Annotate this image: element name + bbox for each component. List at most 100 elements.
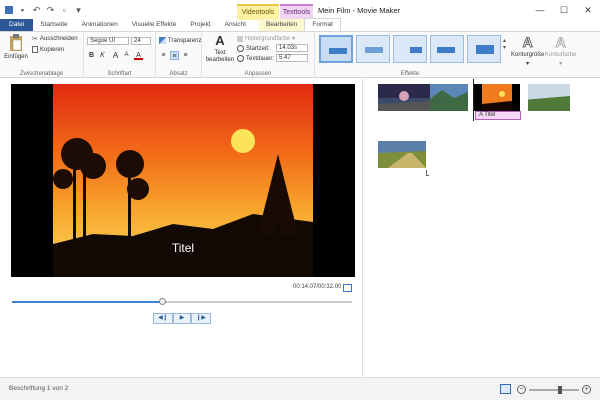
clipboard-group-label: Zwischenablage: [19, 71, 64, 77]
player-controls: ◀❙ ▶ ❙▶: [153, 313, 211, 324]
tab-view[interactable]: Ansicht: [218, 19, 253, 31]
customize-qat-icon[interactable]: ▾: [74, 5, 83, 15]
align-left-button[interactable]: ≡: [159, 51, 168, 60]
font-group-label: Schriftart: [107, 71, 132, 77]
text-duration-input[interactable]: 5.47: [276, 54, 308, 62]
clip-thumbnail-4[interactable]: [522, 84, 570, 111]
title-overlay-icon: A: [479, 112, 483, 118]
outline-color-button[interactable]: A Konturfarbe ▾: [545, 34, 576, 67]
seek-progress: [12, 301, 162, 303]
maximize-button[interactable]: ☐: [552, 0, 576, 20]
tab-edit[interactable]: Bearbeiten: [258, 19, 305, 31]
font-group: Segoe UI 24 B K A A A Schriftart: [84, 32, 156, 78]
cut-button[interactable]: ✂ Ausschneiden: [32, 35, 78, 43]
paragraph-group-label: Absatz: [169, 71, 188, 77]
tab-home[interactable]: Startseite: [33, 19, 74, 31]
video-tools-context: Videotools: [237, 4, 279, 20]
previous-frame-button[interactable]: ◀❙: [153, 313, 173, 324]
zoom-control: − +: [517, 385, 591, 394]
effect-option-3[interactable]: [393, 35, 427, 63]
clip-thumbnail-3[interactable]: [474, 84, 520, 111]
italic-button[interactable]: K: [98, 51, 107, 60]
title-overlay-label: Titel: [484, 112, 496, 118]
tab-animations[interactable]: Animationen: [75, 19, 125, 31]
ribbon-tabs: Datei Startseite Animationen Visuelle Ef…: [0, 18, 600, 32]
save-icon[interactable]: ▪: [18, 5, 27, 15]
new-file-icon[interactable]: ▫: [60, 5, 69, 15]
clip-thumbnail-2[interactable]: [430, 84, 468, 111]
effect-option-5[interactable]: [467, 35, 501, 63]
title-bar: ▪ ↶ ↷ ▫ ▾ Videotools Texttools Mein Film…: [0, 0, 600, 20]
align-right-button[interactable]: ≡: [181, 51, 190, 60]
chevron-down-icon: ▾: [526, 61, 530, 67]
tab-format[interactable]: Format: [304, 18, 341, 31]
clip-thumbnail-5[interactable]: [378, 141, 426, 168]
next-frame-button[interactable]: ❙▶: [191, 313, 211, 324]
transparency-button[interactable]: Transparenz: [159, 37, 201, 44]
minimize-button[interactable]: —: [528, 0, 552, 20]
chevron-down-icon: ▾: [559, 61, 563, 67]
zoom-in-button[interactable]: +: [582, 385, 591, 394]
font-size-select[interactable]: 24: [131, 37, 151, 45]
copy-icon: [32, 46, 38, 53]
quick-access-toolbar: ▪ ↶ ↷ ▫ ▾: [0, 0, 83, 20]
window-title: Mein Film - Movie Maker: [318, 6, 401, 15]
start-time-input[interactable]: 14.03s: [276, 44, 308, 52]
background-color-button[interactable]: Hintergrundfarbe ▾: [237, 35, 295, 42]
redo-icon[interactable]: ↷: [46, 5, 55, 15]
background-color-label: Hintergrundfarbe: [245, 35, 291, 42]
playhead-cursor[interactable]: [473, 79, 474, 121]
text-duration-label: Textdauer:: [246, 55, 275, 62]
playback-time: 00:14.07/00:32.00: [293, 284, 342, 290]
seek-bar[interactable]: [12, 298, 352, 305]
status-text: Beschriftung 1 von 2: [9, 385, 69, 392]
zoom-out-button[interactable]: −: [517, 385, 526, 394]
tab-visual-effects[interactable]: Visuelle Effekte: [125, 19, 184, 31]
font-family-select[interactable]: Segoe UI: [87, 37, 129, 45]
copy-label: Kopieren: [40, 46, 65, 53]
close-button[interactable]: ✕: [576, 0, 600, 20]
tab-file[interactable]: Datei: [0, 19, 34, 31]
copy-button[interactable]: Kopieren: [32, 46, 64, 53]
seek-handle[interactable]: [158, 298, 166, 305]
clock-icon: [237, 45, 244, 52]
scissors-icon: ✂: [32, 36, 38, 43]
chevron-down-icon: ▾: [292, 36, 296, 42]
preview-panel: Titel 00:14.07/00:32.00 ◀❙ ▶ ❙▶: [0, 79, 363, 377]
zoom-slider-handle[interactable]: [558, 385, 562, 394]
tab-project[interactable]: Projekt: [183, 19, 217, 31]
undo-icon[interactable]: ↶: [32, 5, 41, 15]
ribbon: Einfügen ✂ Ausschneiden Kopieren Zwische…: [0, 32, 600, 78]
outline-size-label: Konturgröße: [511, 52, 545, 58]
effect-option-4[interactable]: [430, 35, 464, 63]
effects-group: ▴ ▾ A Konturgröße ▾ A Konturfarbe ▾ Effek…: [315, 32, 600, 78]
adjust-group-label: Anpassen: [244, 71, 272, 77]
edit-text-button[interactable]: A Text bearbeiten: [205, 34, 235, 64]
bold-button[interactable]: B: [87, 51, 96, 60]
effect-option-1[interactable]: [319, 35, 353, 63]
paste-button[interactable]: Einfügen: [4, 34, 28, 60]
effects-scroll-button[interactable]: ▴ ▾: [503, 37, 506, 51]
effect-option-2[interactable]: [356, 35, 390, 63]
title-overlay-item[interactable]: A Titel: [475, 111, 521, 120]
grow-font-button[interactable]: A: [111, 51, 120, 60]
transparency-icon: [159, 37, 166, 44]
clipboard-group: Einfügen ✂ Ausschneiden Kopieren Zwische…: [0, 32, 84, 78]
outline-size-icon: A: [522, 34, 533, 51]
clip-thumbnail-1[interactable]: [378, 84, 430, 111]
play-button[interactable]: ▶: [173, 313, 191, 324]
cut-label: Ausschneiden: [39, 36, 78, 42]
clip-2-image: [430, 84, 468, 111]
clip-3-image: [474, 84, 520, 111]
zoom-slider[interactable]: [529, 385, 579, 394]
storyboard-view-icon[interactable]: [500, 384, 511, 394]
font-color-button[interactable]: A: [134, 51, 143, 60]
fullscreen-icon[interactable]: [343, 284, 352, 292]
align-center-button[interactable]: ≡: [170, 51, 179, 60]
app-icon: [5, 6, 13, 14]
video-preview[interactable]: Titel: [11, 84, 355, 277]
adjust-group: A Text bearbeiten Hintergrundfarbe ▾ Sta…: [202, 32, 315, 78]
outline-size-button[interactable]: A Konturgröße ▾: [511, 34, 544, 67]
shrink-font-button[interactable]: A: [122, 51, 131, 60]
transparency-label: Transparenz: [168, 37, 202, 44]
